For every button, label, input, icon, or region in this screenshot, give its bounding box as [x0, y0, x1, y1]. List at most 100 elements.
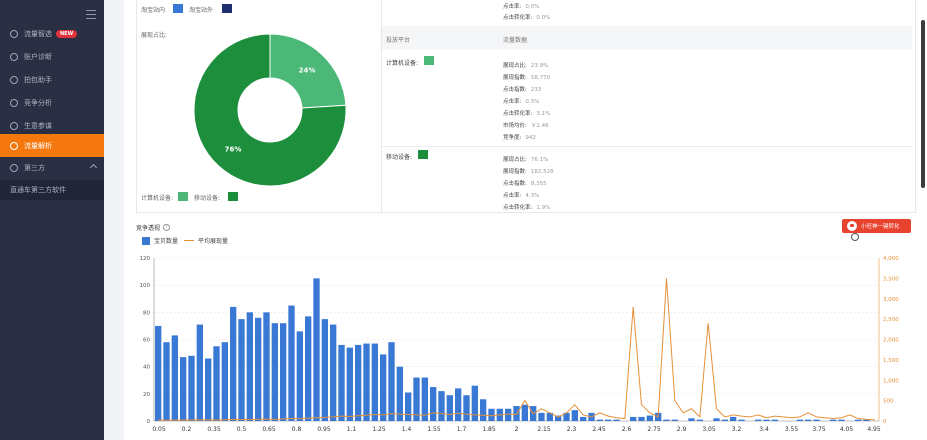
legend-item-product-count[interactable]: 宝贝数量 [142, 236, 178, 245]
bar[interactable] [380, 354, 387, 421]
bar[interactable] [255, 317, 262, 421]
bar[interactable] [580, 416, 587, 421]
x-tick-label: 1.85 [482, 426, 496, 433]
y-right-tick-label: 0 [883, 419, 887, 425]
bar[interactable] [280, 323, 287, 421]
sidebar-item-2[interactable]: 拍包助手 [0, 68, 104, 91]
stat-value: 0.0% [525, 4, 540, 10]
stat-row: 点击转化率: 0.0% [503, 13, 550, 21]
bar[interactable] [263, 312, 270, 421]
bar[interactable] [230, 306, 237, 421]
bar[interactable] [830, 419, 837, 421]
stat-label: 点击指数: [503, 87, 527, 93]
bar[interactable] [338, 344, 345, 421]
bar[interactable] [313, 278, 320, 421]
sidebar-item-1[interactable]: 账户诊断 [0, 45, 104, 68]
bar[interactable] [663, 419, 670, 421]
bar[interactable] [471, 385, 478, 421]
bar[interactable] [488, 408, 495, 421]
bar[interactable] [305, 316, 312, 421]
bar[interactable] [521, 404, 528, 421]
bar[interactable] [771, 419, 778, 421]
bar[interactable] [630, 416, 637, 421]
bar[interactable] [296, 331, 303, 421]
compass-icon [10, 29, 18, 38]
bar[interactable] [671, 419, 678, 421]
bar[interactable] [713, 418, 720, 421]
bar[interactable] [721, 419, 728, 421]
bar[interactable] [271, 323, 278, 421]
menu-collapse-icon[interactable] [86, 10, 96, 19]
bar[interactable] [796, 419, 803, 421]
stat-value: 182,528 [530, 169, 554, 175]
bar[interactable] [363, 343, 370, 421]
bar[interactable] [163, 342, 170, 421]
bar[interactable] [763, 419, 770, 421]
bar[interactable] [205, 358, 212, 421]
stat-value: 3.1% [536, 111, 551, 117]
bar[interactable] [596, 419, 603, 421]
bar[interactable] [638, 416, 645, 421]
bar[interactable] [180, 357, 187, 421]
bar[interactable] [571, 410, 578, 421]
sidebar-item-0[interactable]: 流量智选 NEW [0, 22, 104, 45]
bar[interactable] [371, 343, 378, 421]
bar[interactable] [188, 355, 195, 421]
sidebar-group-third-party[interactable]: 第三方 [0, 156, 104, 179]
legend-pc-swatch[interactable] [178, 192, 188, 201]
bar[interactable] [605, 419, 612, 421]
stat-value: ￥1.46 [530, 123, 549, 129]
bar[interactable] [213, 346, 220, 421]
bar[interactable] [480, 399, 487, 421]
bar[interactable] [838, 419, 845, 421]
bar[interactable] [438, 391, 445, 421]
x-tick-label: 0.05 [152, 426, 166, 433]
assistant-icon [10, 75, 18, 84]
bar[interactable] [330, 324, 337, 421]
bar[interactable] [463, 395, 470, 421]
bar[interactable] [246, 312, 253, 421]
table-scrollbar[interactable] [921, 20, 925, 188]
y-left-tick-label: 80 [143, 310, 150, 316]
sidebar-group-label: 第三方 [24, 163, 45, 172]
bar[interactable] [688, 418, 695, 421]
bar[interactable] [538, 412, 545, 421]
bar[interactable] [221, 342, 228, 421]
legend-mobile-swatch[interactable] [228, 192, 238, 201]
bar[interactable] [505, 408, 512, 421]
bar[interactable] [288, 305, 295, 421]
bar[interactable] [430, 387, 437, 421]
bar[interactable] [171, 335, 178, 421]
sidebar-item-third-party-software[interactable]: 直通车第三方软件 [0, 180, 104, 200]
stat-value: 1.9% [536, 205, 551, 211]
bar[interactable] [696, 419, 703, 421]
x-tick-label: 0.65 [262, 426, 276, 433]
bar[interactable] [321, 319, 328, 421]
bar[interactable] [446, 395, 453, 421]
bar[interactable] [238, 319, 245, 421]
bar[interactable] [388, 342, 395, 421]
sidebar-item-5[interactable]: 流量解析 [0, 134, 104, 157]
bar[interactable] [455, 388, 462, 421]
bar[interactable] [755, 419, 762, 421]
bar[interactable] [730, 416, 737, 421]
bar[interactable] [813, 419, 820, 421]
bar[interactable] [155, 325, 162, 421]
bar[interactable] [738, 419, 745, 421]
help-icon[interactable]: ? [163, 224, 171, 231]
y-right-tick-label: 4,000 [883, 256, 899, 262]
bar[interactable] [196, 324, 203, 421]
bar[interactable] [346, 347, 353, 421]
legend-item-avg-impressions[interactable]: 平均展现量 [184, 236, 228, 245]
bar[interactable] [646, 415, 653, 421]
bar[interactable] [396, 366, 403, 421]
bar[interactable] [613, 419, 620, 421]
sidebar-item-3[interactable]: 竞争分析 [0, 91, 104, 114]
bar[interactable] [855, 419, 862, 421]
one-click-convert-button[interactable]: 小旺神一键转化 [842, 219, 911, 233]
bar[interactable] [355, 344, 362, 421]
stat-value: 0.0% [536, 15, 551, 21]
x-tick-label: 0.8 [292, 426, 302, 433]
bar[interactable] [805, 419, 812, 421]
bar[interactable] [405, 392, 412, 421]
